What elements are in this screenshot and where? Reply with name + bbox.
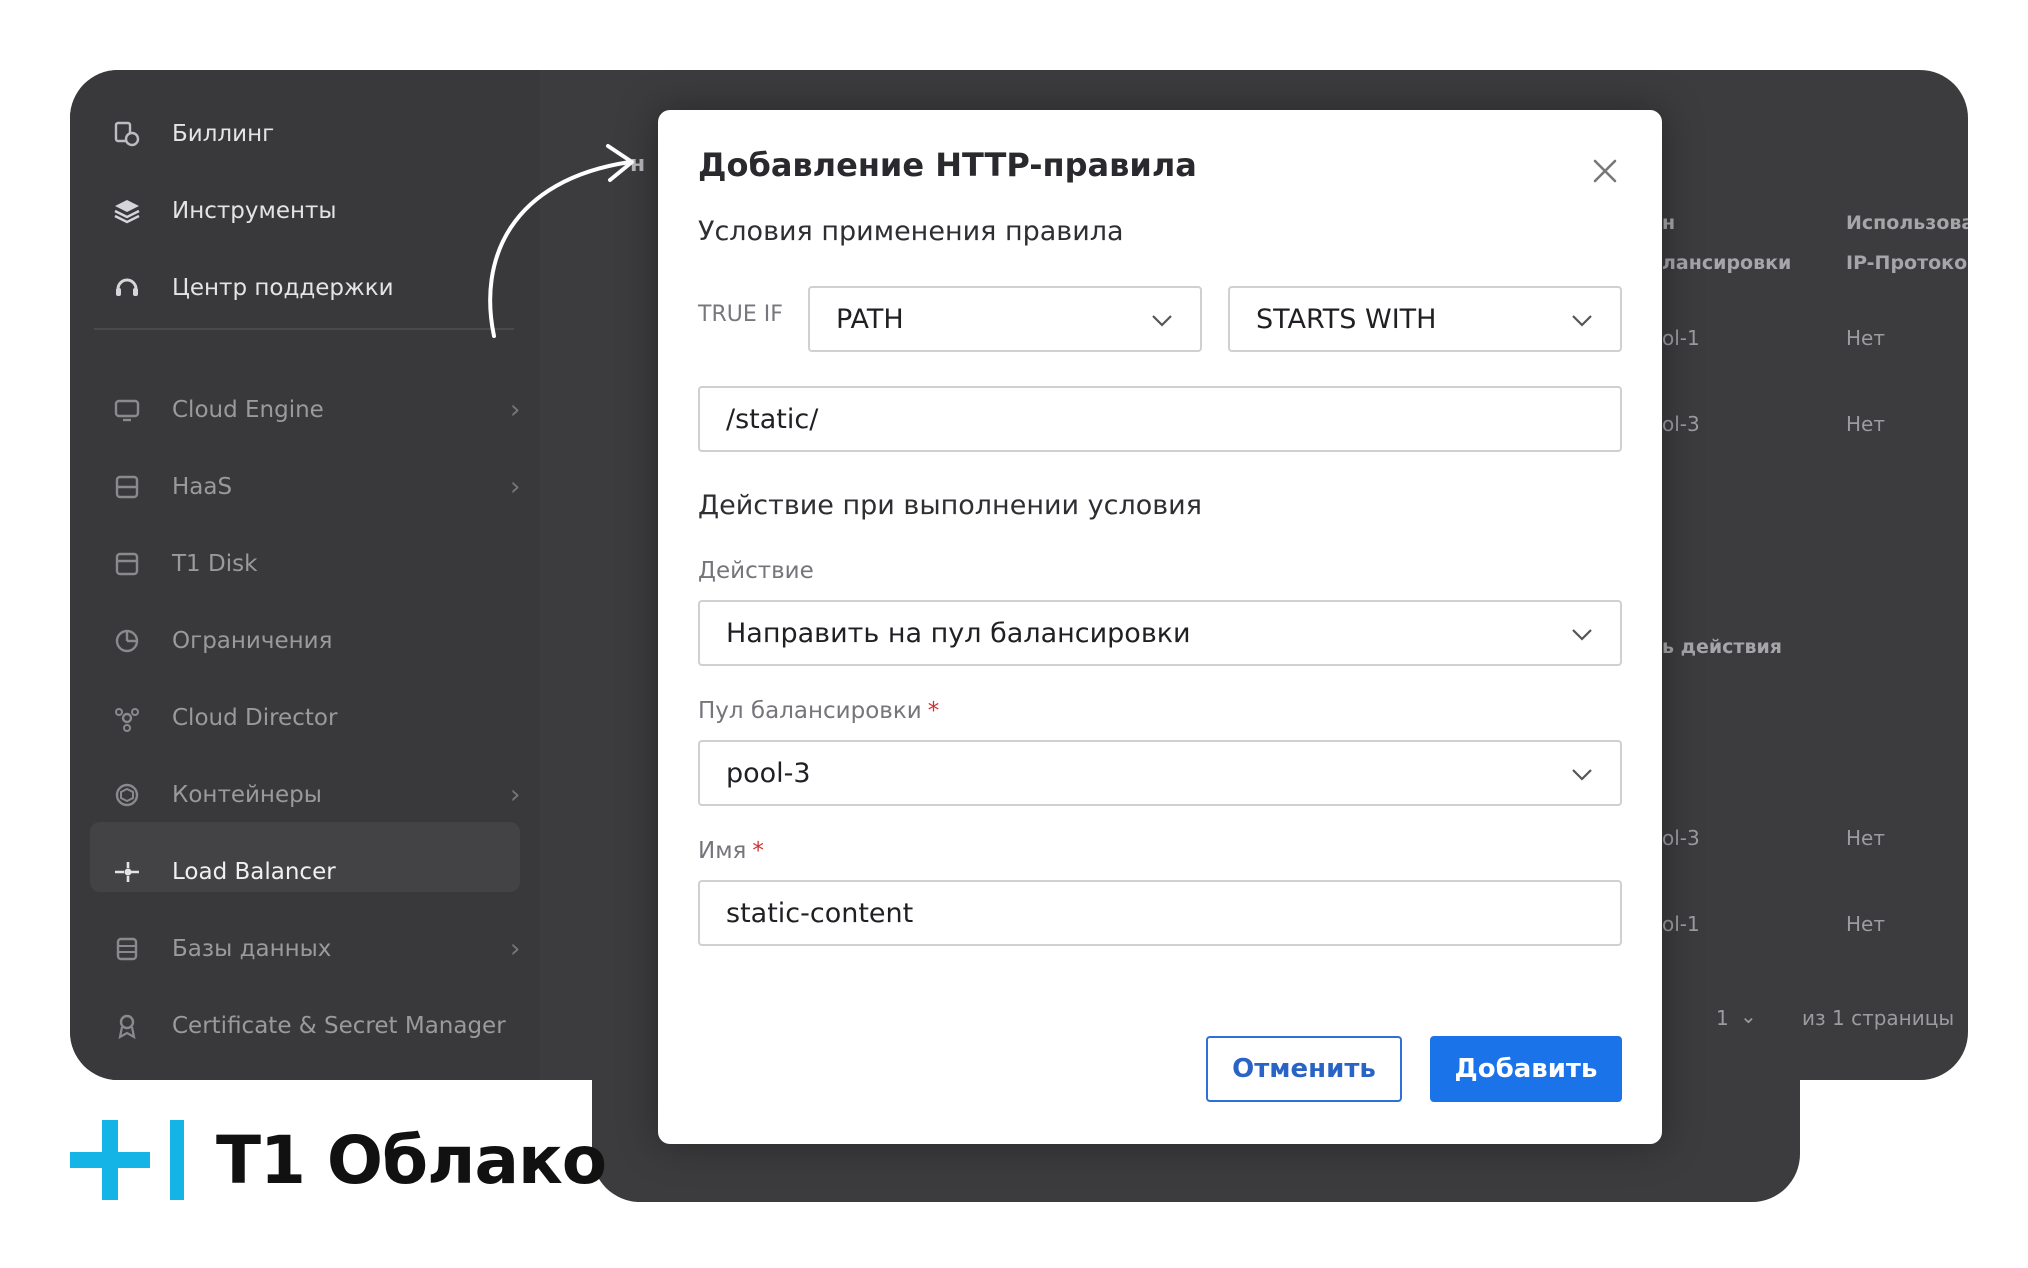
cloud-engine-icon [110,393,144,427]
name-value: static-content [726,897,914,929]
required-mark: * [927,698,940,724]
table-header-pool-line1: н [1662,212,1676,234]
add-http-rule-dialog: Добавление HTTP-правила Условия применен… [658,110,1662,1144]
condition-value-text: /static/ [726,403,819,435]
sidebar-item-containers[interactable]: Контейнеры › [110,775,520,815]
table-cell-pool: ol-3 [1662,826,1700,850]
certificate-icon [110,1009,144,1043]
support-icon [110,271,144,305]
limits-icon [110,624,144,658]
sidebar-item-label: Cloud Engine [172,397,324,423]
sidebar-item-label: Certificate & Secret Manager [172,1013,506,1039]
chevron-right-icon: › [510,472,521,502]
pool-label: Пул балансировки * [698,698,939,724]
sidebar-item-limits[interactable]: Ограничения [110,621,332,661]
sidebar-item-label: Ограничения [172,628,333,654]
table-cell-ip: Нет [1846,912,1885,936]
sidebar-item-certificate-manager[interactable]: Certificate & Secret Manager [110,1006,506,1046]
chevron-right-icon: › [510,395,521,425]
sidebar-item-label: Cloud Director [172,705,338,731]
sidebar-item-label: Центр поддержки [172,275,394,301]
name-label-text: Имя [698,838,747,864]
close-button[interactable] [1588,154,1622,188]
brand-logo: T1 Облако [70,1118,607,1202]
curved-arrow-icon [488,144,634,338]
sidebar-item-load-balancer[interactable]: Load Balancer [110,852,336,892]
sidebar-item-label: Инструменты [172,198,337,224]
condition-operator-select[interactable]: STARTS WITH [1228,286,1622,352]
table-cell-ip: Нет [1846,826,1885,850]
cancel-button[interactable]: Отменить [1206,1036,1402,1102]
sidebar-item-label: Базы данных [172,936,332,962]
sidebar-item-t1-disk[interactable]: T1 Disk [110,544,257,584]
table-cell-pool: ol-1 [1662,326,1700,350]
action-label: Действие [698,558,814,584]
table-header-pool-line2: лансировки [1662,252,1792,274]
condition-type-value: PATH [836,303,904,335]
sidebar-item-cloud-director[interactable]: Cloud Director [110,698,337,738]
sidebar-item-tools[interactable]: Инструменты [110,191,337,231]
name-label: Имя * [698,838,764,864]
chevron-down-icon [1152,315,1172,327]
chevron-down-icon [1572,315,1592,327]
load-balancer-icon [110,855,144,889]
table-header-action: ь действия [1662,636,1782,658]
server-icon [110,470,144,504]
sidebar-item-cloud-engine[interactable]: Cloud Engine › [110,390,520,430]
condition-operator-value: STARTS WITH [1256,303,1437,335]
cloud-director-icon [110,701,144,735]
true-if-label: TRUE IF [698,302,783,327]
pagination-total: из 1 страницы [1802,1006,1955,1030]
billing-icon [110,117,144,151]
action-section-title: Действие при выполнении условия [698,490,1202,521]
action-select[interactable]: Направить на пул балансировки [698,600,1622,666]
layers-icon [110,194,144,228]
required-mark: * [752,838,764,864]
pool-select[interactable]: pool-3 [698,740,1622,806]
dialog-title: Добавление HTTP-правила [698,146,1197,184]
close-icon [1593,159,1617,183]
sidebar-item-label: Контейнеры [172,782,322,808]
sidebar-item-label: Load Balancer [172,859,336,885]
chevron-down-icon: ⌄ [1740,1004,1757,1028]
table-cell-ip: Нет [1846,412,1885,436]
chevron-right-icon: › [510,780,521,810]
table-header-ip-line2: IP-Протокол [1846,252,1968,274]
brand-logo-text: T1 Облако [216,1121,607,1199]
database-icon [110,932,144,966]
sidebar-item-billing[interactable]: Биллинг [110,114,274,154]
sidebar-item-label: T1 Disk [172,551,258,577]
table-header-ip-line1: Использоват [1846,212,1968,234]
chevron-down-icon [1572,769,1592,781]
table-cell-ip: Нет [1846,326,1885,350]
pagination-page-select[interactable]: 1 [1716,1006,1729,1030]
conditions-section-title: Условия применения правила [698,216,1124,247]
name-input[interactable]: static-content [698,880,1622,946]
sidebar-divider [94,328,514,330]
sidebar-item-label: Биллинг [172,121,275,147]
sidebar-item-haas[interactable]: HaaS › [110,467,520,507]
table-cell-pool: ol-3 [1662,412,1700,436]
pool-label-text: Пул балансировки [698,698,922,724]
disk-icon [110,547,144,581]
chevron-down-icon [1572,629,1592,641]
sidebar-item-databases[interactable]: Базы данных › [110,929,520,969]
t1-logo-icon [70,1120,184,1200]
pool-value: pool-3 [726,757,811,789]
containers-icon [110,778,144,812]
condition-value-input[interactable]: /static/ [698,386,1622,452]
sidebar-item-support[interactable]: Центр поддержки [110,268,394,308]
chevron-right-icon: › [510,934,521,964]
action-value: Направить на пул балансировки [726,617,1191,649]
sidebar-item-label: HaaS [172,474,233,500]
add-button[interactable]: Добавить [1430,1036,1622,1102]
table-cell-pool: ol-1 [1662,912,1700,936]
condition-type-select[interactable]: PATH [808,286,1202,352]
